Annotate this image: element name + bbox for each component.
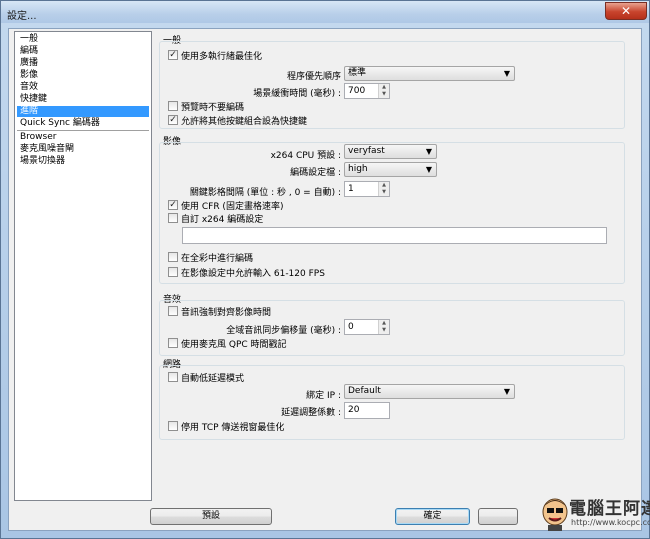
mascot-logo-icon: [542, 498, 568, 531]
full-range-checkbox[interactable]: 在全彩中進行編碼: [168, 251, 253, 264]
watermark: 電腦王阿達 http://www.kocpc.com.tw: [541, 494, 650, 538]
preset-select[interactable]: veryfast ▼: [344, 144, 437, 159]
title-bar[interactable]: 設定... ✕: [1, 1, 649, 23]
chevron-down-icon: ▼: [503, 387, 510, 396]
chevron-down-icon: ▼: [425, 147, 432, 156]
audio-offset-spinner[interactable]: 0 ▲ ▼: [344, 319, 390, 335]
ok-button[interactable]: 確定: [395, 508, 470, 525]
keyframe-spinner[interactable]: 1 ▲ ▼: [344, 181, 390, 197]
window-title: 設定...: [7, 11, 37, 22]
keyframe-label: 關鍵影格間隔 (單位 : 秒 , 0 = 自動) :: [189, 188, 341, 198]
custom-x264-checkbox[interactable]: 自訂 x264 編碼設定: [168, 212, 263, 225]
spin-down-icon[interactable]: ▼: [379, 91, 389, 98]
dialog-client-area: 一般 編碼 廣播 影像 音效 快捷鍵 進階 Quick Sync 編碼器 Bro…: [8, 28, 642, 531]
sidebar-item-encoding[interactable]: 編碼: [17, 46, 149, 57]
latency-factor-input[interactable]: 20: [344, 402, 390, 419]
priority-select[interactable]: 標準 ▼: [344, 66, 515, 81]
sidebar-divider: [17, 130, 149, 131]
cancel-button-partial[interactable]: [478, 508, 518, 525]
use-qpc-checkbox[interactable]: 使用麥克風 QPC 時間戳記: [168, 337, 287, 350]
close-button[interactable]: ✕: [605, 2, 647, 20]
preset-label: x264 CPU 預設 :: [270, 151, 341, 161]
check-icon: ✓: [168, 115, 178, 125]
profile-label: 編碼設定檔 :: [290, 168, 341, 178]
scene-buffer-spinner[interactable]: 700 ▲ ▼: [344, 83, 390, 99]
force-sync-checkbox[interactable]: 音訊強制對齊影像時間: [168, 305, 271, 318]
audio-offset-label: 全域音訊同步偏移量 (毫秒) :: [226, 326, 341, 336]
chevron-down-icon: ▼: [503, 69, 510, 78]
multithread-checkbox[interactable]: ✓ 使用多執行緒最佳化: [168, 49, 262, 62]
settings-window: 設定... ✕ 一般 編碼 廣播 影像 音效 快捷鍵 進階 Quick Sync…: [0, 0, 650, 539]
spin-down-icon[interactable]: ▼: [379, 189, 389, 196]
defaults-button[interactable]: 預設: [150, 508, 272, 525]
sidebar-item-video[interactable]: 影像: [17, 70, 149, 81]
close-icon: ✕: [620, 4, 632, 18]
chevron-down-icon: ▼: [425, 165, 432, 174]
sidebar-item-hotkeys[interactable]: 快捷鍵: [17, 94, 149, 105]
allow-hotkey-combo-checkbox[interactable]: ✓ 允許將其他按鍵組合設為快捷鍵: [168, 114, 307, 127]
allow-high-fps-checkbox[interactable]: 在影像設定中允許輸入 61-120 FPS: [168, 266, 325, 279]
custom-x264-input[interactable]: [182, 227, 607, 244]
sidebar-item-browser[interactable]: Browser: [17, 132, 149, 143]
watermark-text: 電腦王阿達: [569, 499, 650, 519]
scene-buffer-label: 場景緩衝時間 (毫秒) :: [253, 89, 341, 99]
profile-select[interactable]: high ▼: [344, 162, 437, 177]
spin-down-icon[interactable]: ▼: [379, 327, 389, 334]
latency-factor-label: 延遲調整係數 :: [281, 408, 341, 418]
check-icon: ✓: [168, 200, 178, 210]
disable-tcp-window-checkbox[interactable]: 停用 TCP 傳送視窗最佳化: [168, 420, 284, 433]
use-cfr-checkbox[interactable]: ✓ 使用 CFR (固定畫格速率): [168, 199, 283, 212]
priority-label: 程序優先順序: [286, 72, 341, 82]
sidebar-item-advanced[interactable]: 進階: [17, 106, 149, 117]
sidebar-item-broadcast[interactable]: 廣播: [17, 58, 149, 69]
settings-category-list: 一般 編碼 廣播 影像 音效 快捷鍵 進階 Quick Sync 編碼器 Bro…: [14, 31, 152, 501]
low-latency-checkbox[interactable]: 自動低延遲模式: [168, 371, 244, 384]
bind-ip-label: 綁定 IP :: [306, 391, 341, 401]
disable-preview-encoding-checkbox[interactable]: 預覽時不要編碼: [168, 100, 244, 113]
spin-up-icon[interactable]: ▲: [379, 182, 389, 189]
sidebar-item-noise-gate[interactable]: 麥克風噪音閘: [17, 144, 149, 155]
bind-ip-select[interactable]: Default ▼: [344, 384, 515, 399]
watermark-url: http://www.kocpc.com.tw: [571, 518, 650, 527]
sidebar-item-scene-switcher[interactable]: 場景切換器: [17, 156, 149, 167]
spin-up-icon[interactable]: ▲: [379, 320, 389, 327]
sidebar-item-audio[interactable]: 音效: [17, 82, 149, 93]
check-icon: ✓: [168, 50, 178, 60]
sidebar-item-general[interactable]: 一般: [17, 34, 149, 45]
spin-up-icon[interactable]: ▲: [379, 84, 389, 91]
sidebar-item-quicksync[interactable]: Quick Sync 編碼器: [17, 118, 149, 129]
